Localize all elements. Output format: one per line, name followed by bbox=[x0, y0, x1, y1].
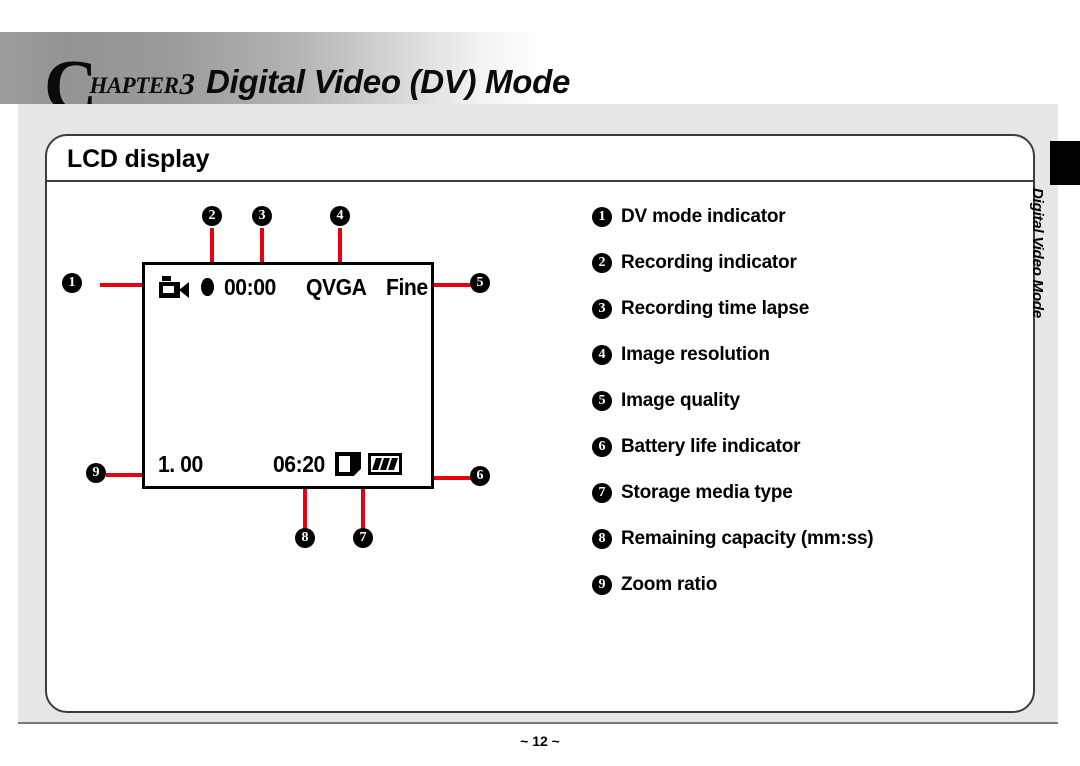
page-number: ~ 12 ~ bbox=[520, 733, 560, 749]
list-item: 3 Recording time lapse bbox=[592, 286, 992, 332]
marker-7: 7 bbox=[353, 528, 373, 548]
list-item: 6 Battery life indicator bbox=[592, 424, 992, 470]
record-dot-icon bbox=[201, 278, 214, 296]
battery-icon bbox=[367, 453, 402, 475]
legend-label-7: Storage media type bbox=[621, 482, 793, 503]
legend-bullet-1: 1 bbox=[592, 207, 612, 227]
legend-list: 1 DV mode indicator 2 Recording indicato… bbox=[592, 194, 992, 608]
marker-6: 6 bbox=[470, 466, 490, 486]
chapter-header-bar: C HAPTER 3 Digital Video (DV) Mode bbox=[0, 32, 570, 124]
legend-label-8: Remaining capacity (mm:ss) bbox=[621, 528, 874, 549]
marker-3: 3 bbox=[252, 206, 272, 226]
legend-label-5: Image quality bbox=[621, 390, 740, 411]
sd-card-icon bbox=[334, 452, 361, 476]
legend-bullet-7: 7 bbox=[592, 483, 612, 503]
list-item: 1 DV mode indicator bbox=[592, 194, 992, 240]
list-item: 9 Zoom ratio bbox=[592, 562, 992, 608]
marker-4: 4 bbox=[330, 206, 350, 226]
footer-divider bbox=[18, 722, 1058, 724]
zoom-ratio-value: 1. 00 bbox=[158, 450, 203, 477]
lcd-screen-diagram: 00:00 QVGA Fine 1. 00 06:20 bbox=[142, 262, 434, 489]
legend-label-2: Recording indicator bbox=[621, 252, 797, 273]
chapter-title-row: C HAPTER 3 Digital Video (DV) Mode bbox=[44, 32, 571, 124]
chapter-word: HAPTER bbox=[89, 73, 179, 98]
list-item: 7 Storage media type bbox=[592, 470, 992, 516]
camcorder-icon bbox=[159, 276, 189, 298]
legend-bullet-4: 4 bbox=[592, 345, 612, 365]
legend-bullet-3: 3 bbox=[592, 299, 612, 319]
marker-2: 2 bbox=[202, 206, 222, 226]
chapter-number: 3 bbox=[179, 66, 195, 101]
legend-label-3: Recording time lapse bbox=[621, 298, 810, 319]
leader-line-8 bbox=[303, 486, 307, 530]
marker-5: 5 bbox=[470, 273, 490, 293]
legend-label-9: Zoom ratio bbox=[621, 574, 718, 595]
list-item: 8 Remaining capacity (mm:ss) bbox=[592, 516, 992, 562]
chapter-title: Digital Video (DV) Mode bbox=[205, 63, 571, 100]
leader-line-7 bbox=[361, 486, 365, 530]
section-header: LCD display bbox=[47, 136, 1033, 182]
lcd-top-status-row: 00:00 QVGA Fine bbox=[145, 270, 431, 304]
legend-bullet-5: 5 bbox=[592, 391, 612, 411]
legend-label-4: Image resolution bbox=[621, 344, 770, 365]
recording-time-value: 00:00 bbox=[223, 273, 276, 300]
remaining-capacity-value: 06:20 bbox=[272, 450, 325, 477]
legend-bullet-2: 2 bbox=[592, 253, 612, 273]
legend-label-6: Battery life indicator bbox=[621, 436, 801, 457]
legend-bullet-8: 8 bbox=[592, 529, 612, 549]
legend-label-1: DV mode indicator bbox=[621, 206, 786, 227]
list-item: 4 Image resolution bbox=[592, 332, 992, 378]
marker-9: 9 bbox=[86, 463, 106, 483]
side-tab-block bbox=[1050, 141, 1080, 185]
marker-8: 8 bbox=[295, 528, 315, 548]
legend-bullet-6: 6 bbox=[592, 437, 612, 457]
marker-1: 1 bbox=[62, 273, 82, 293]
legend-bullet-9: 9 bbox=[592, 575, 612, 595]
leader-line-1 bbox=[100, 283, 146, 287]
section-title: LCD display bbox=[67, 145, 210, 173]
lcd-bottom-status-row: 1. 00 06:20 bbox=[145, 447, 431, 481]
list-item: 2 Recording indicator bbox=[592, 240, 992, 286]
list-item: 5 Image quality bbox=[592, 378, 992, 424]
side-tab-label: Digital Video Mode bbox=[1029, 188, 1046, 319]
quality-value: Fine bbox=[385, 273, 428, 300]
resolution-value: QVGA bbox=[305, 273, 367, 300]
